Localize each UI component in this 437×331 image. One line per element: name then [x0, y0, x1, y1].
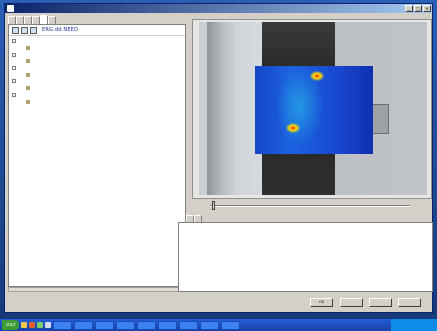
expand-icon[interactable]: -: [12, 79, 16, 84]
expand-icon[interactable]: -: [12, 39, 16, 44]
info-tab-2[interactable]: [186, 215, 194, 222]
tab-1[interactable]: [8, 16, 16, 24]
system-tray: [391, 319, 437, 331]
node-icon: [26, 99, 30, 104]
tab-5[interactable]: [40, 15, 48, 24]
slider-track[interactable]: [210, 205, 410, 207]
tree-node[interactable]: [12, 98, 185, 105]
tree-node[interactable]: [12, 71, 185, 78]
info-tab-3[interactable]: [194, 215, 202, 222]
help-button[interactable]: [398, 298, 421, 307]
tab-6[interactable]: [48, 16, 56, 24]
taskbar-item[interactable]: [74, 320, 94, 330]
tree-view: - - - - -: [9, 36, 185, 105]
quicklaunch-icon[interactable]: [21, 322, 28, 328]
maximize-button[interactable]: □: [414, 5, 422, 12]
node-icon: [26, 59, 30, 64]
info-tabs: [178, 214, 202, 222]
door-frame: [207, 22, 237, 195]
close-button[interactable]: ×: [423, 5, 431, 12]
main-tabs: [8, 15, 56, 24]
wall-bracket: [371, 104, 389, 134]
tab-3[interactable]: [24, 16, 32, 24]
tree-node[interactable]: -: [12, 92, 185, 99]
node-icon: [26, 46, 30, 51]
camera-image: [199, 22, 427, 195]
cancel-button[interactable]: [340, 298, 363, 307]
new-icon[interactable]: [12, 26, 19, 34]
expand-icon[interactable]: -: [12, 52, 16, 57]
taskbar-item[interactable]: [221, 320, 241, 330]
tree-toolbar: ERG.dd.NEED: [9, 25, 185, 36]
app-icon: [7, 5, 14, 12]
info-tab-1[interactable]: [178, 214, 186, 221]
horizontal-scrollbar[interactable]: [8, 287, 186, 292]
quicklaunch-icon[interactable]: [45, 322, 52, 328]
taskbar-item[interactable]: [137, 320, 157, 330]
expand-icon[interactable]: -: [12, 92, 16, 97]
tree-node[interactable]: -: [12, 38, 185, 45]
taskbar-item[interactable]: [116, 320, 136, 330]
expand-icon[interactable]: -: [12, 66, 16, 71]
tree-node[interactable]: [12, 58, 185, 65]
tab-4[interactable]: [32, 16, 40, 24]
node-icon: [26, 86, 30, 91]
image-info-panel: [178, 222, 433, 292]
taskbar-item[interactable]: [53, 320, 73, 330]
tree-node[interactable]: [12, 85, 185, 92]
desktop: _ □ × ERG.dd.NEED - - - - - OK start: [0, 0, 437, 331]
tree-node[interactable]: -: [12, 51, 185, 58]
info-row: [183, 282, 432, 286]
node-icon: [26, 72, 30, 77]
blend-slider: [192, 200, 432, 214]
taskbar: start: [0, 319, 437, 331]
app-window: _ □ × ERG.dd.NEED - - - - - OK: [4, 3, 433, 313]
taskbar-item[interactable]: [158, 320, 178, 330]
tab-2[interactable]: [16, 16, 24, 24]
tree-node[interactable]: -: [12, 78, 185, 85]
tree-node[interactable]: -: [12, 65, 185, 72]
ok-button[interactable]: OK: [310, 298, 333, 307]
slider-thumb[interactable]: [212, 201, 215, 210]
taskbar-item[interactable]: [179, 320, 199, 330]
start-button[interactable]: start: [2, 320, 20, 330]
thermal-overlay[interactable]: [255, 66, 373, 154]
taskbar-item[interactable]: [200, 320, 220, 330]
dialog-buttons: OK: [5, 298, 434, 308]
quicklaunch-icon[interactable]: [37, 322, 44, 328]
apply-button[interactable]: [369, 298, 392, 307]
quicklaunch-icon[interactable]: [29, 322, 36, 328]
tree-node[interactable]: [12, 45, 185, 52]
tree-panel: ERG.dd.NEED - - - - -: [8, 24, 186, 287]
info-key: [183, 282, 205, 286]
toolbar-label: ERG.dd.NEED: [42, 27, 79, 33]
taskbar-item[interactable]: [95, 320, 115, 330]
image-viewer: [192, 19, 432, 199]
open-icon[interactable]: [21, 26, 28, 34]
minimize-button[interactable]: _: [405, 5, 413, 12]
title-bar[interactable]: _ □ ×: [5, 4, 432, 13]
save-icon[interactable]: [30, 26, 37, 34]
